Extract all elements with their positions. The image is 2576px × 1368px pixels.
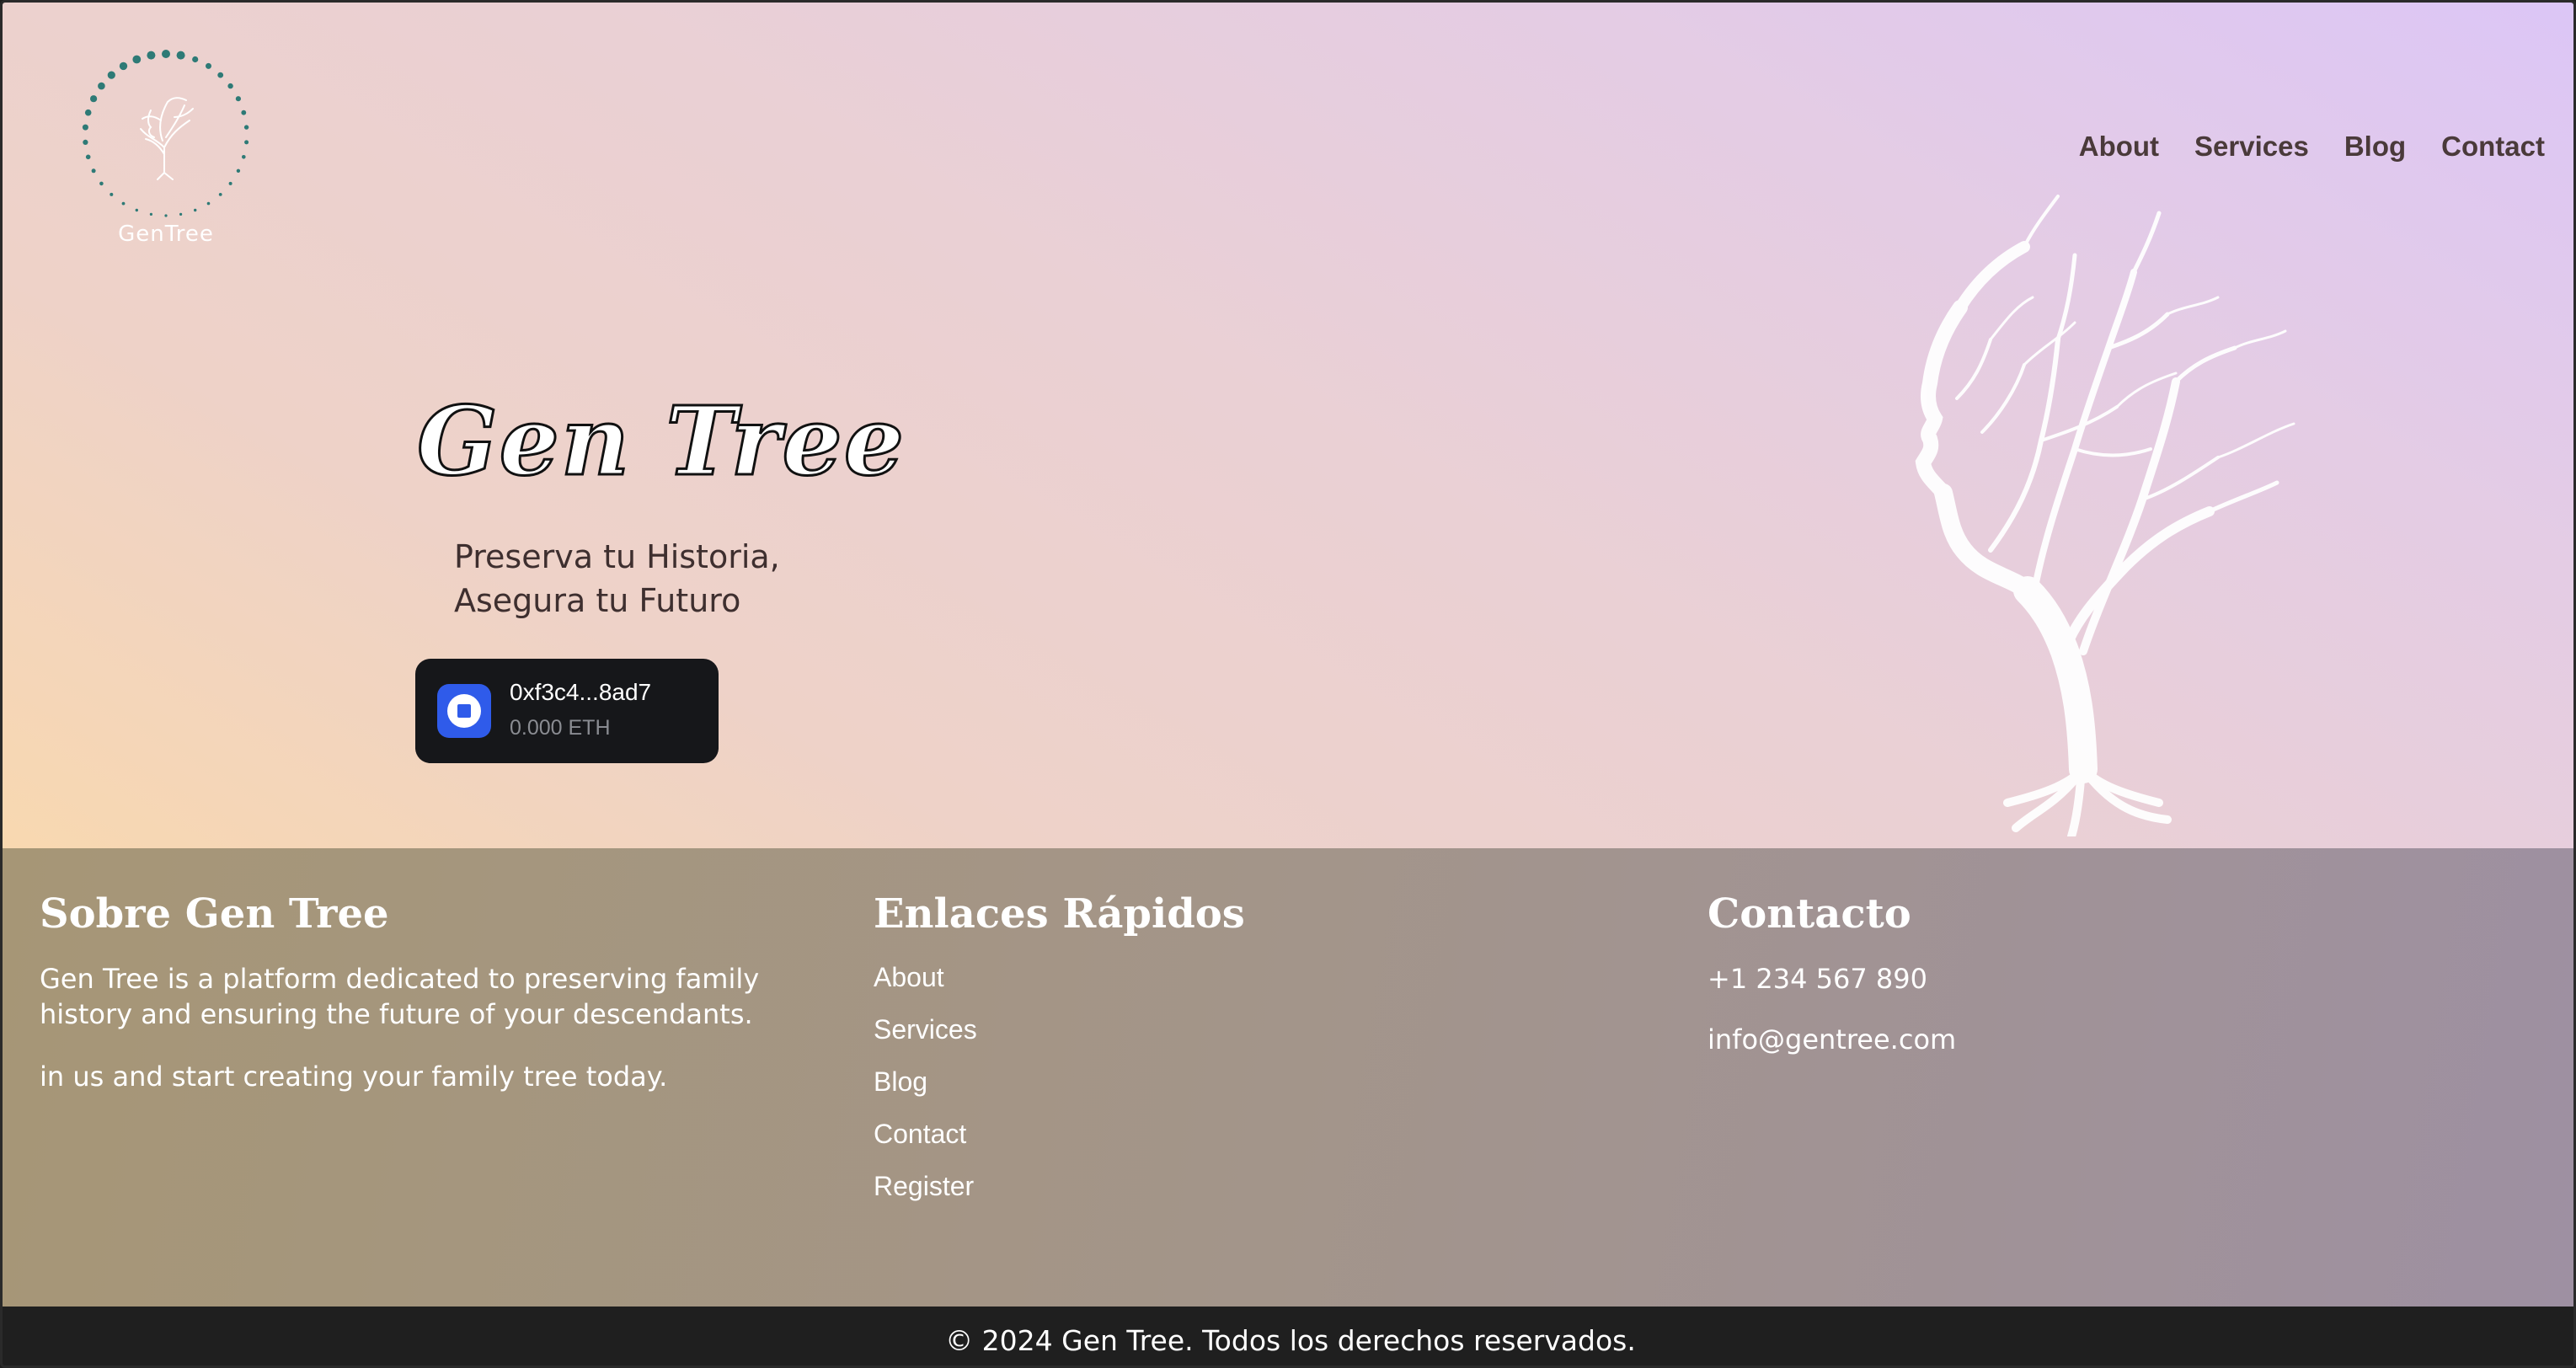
- logo-ring-dot: [176, 51, 185, 60]
- tree-head-silhouette-icon: [1915, 195, 2295, 836]
- footer-contact-section: Contacto +1 234 567 890 info@gentree.com: [1708, 890, 2466, 1082]
- logo-ring-dot: [217, 72, 224, 78]
- logo-ring-dot: [119, 61, 128, 71]
- footer-link-contact[interactable]: Contact: [874, 1118, 1632, 1170]
- logo-dotted-circle-icon: [82, 50, 249, 217]
- logo-ring-dot: [99, 181, 104, 186]
- footer-link-register[interactable]: Register: [874, 1170, 1632, 1222]
- logo-ring-dot: [194, 208, 197, 212]
- gentree-logo[interactable]: GenTree: [80, 46, 252, 255]
- nav-services[interactable]: Services: [2194, 131, 2309, 163]
- logo-ring-dot: [132, 55, 142, 64]
- logo-ring-dot: [228, 181, 232, 185]
- hero-section: GenTree About Services Blog Contact Gen …: [3, 3, 2573, 848]
- logo-ring-dot: [83, 139, 88, 145]
- footer-about-cta: in us and start creating your family tre…: [40, 1061, 668, 1093]
- logo-ring-dot: [135, 208, 138, 212]
- logo-ring-dot: [149, 212, 152, 216]
- logo-ring-dot: [179, 212, 183, 216]
- logo-ring-dot: [244, 140, 249, 145]
- logo-ring-dot: [164, 214, 168, 217]
- hero-title: Gen Tree: [415, 386, 906, 499]
- browser-viewport: GenTree About Services Blog Contact Gen …: [0, 0, 2576, 1368]
- logo-ring-dot: [85, 154, 91, 160]
- wallet-connect-button[interactable]: 0xf3c4...8ad7 0.000 ETH: [415, 659, 719, 763]
- logo-ring-dot: [147, 51, 156, 60]
- hero-subtitle-line-2: Asegura tu Futuro: [454, 582, 741, 619]
- coinbase-wallet-icon: [437, 684, 491, 738]
- logo-ring-dot: [192, 56, 199, 63]
- logo-ring-dot: [110, 192, 114, 196]
- footer-about-text: Gen Tree is a platform dedicated to pres…: [40, 963, 760, 1030]
- logo-ring-dot: [206, 201, 211, 206]
- footer-link-blog[interactable]: Blog: [874, 1066, 1632, 1118]
- hero-subtitle-line-1: Preserva tu Historia,: [454, 538, 780, 575]
- logo-ring-dot: [107, 71, 115, 79]
- footer-contact-title: Contacto: [1708, 890, 1911, 938]
- logo-ring-dot: [84, 109, 92, 116]
- logo-ring-dot: [98, 82, 105, 90]
- logo-ring-dot: [236, 168, 241, 173]
- hero-subtitle: Preserva tu Historia, Asegura tu Futuro: [454, 535, 875, 623]
- main-nav: About Services Blog Contact: [2079, 131, 2545, 163]
- logo-ring-dot: [235, 96, 241, 102]
- wallet-address: 0xf3c4...8ad7: [510, 679, 652, 705]
- footer-links-list: About Services Blog Contact Register: [874, 961, 1632, 1222]
- nav-blog[interactable]: Blog: [2344, 131, 2406, 163]
- logo-ring-dot: [241, 110, 247, 115]
- site-footer: Sobre Gen Tree Gen Tree is a platform de…: [3, 848, 2573, 1307]
- logo-ring-dot: [91, 168, 96, 174]
- footer-links-section: Enlaces Rápidos About Services Blog Cont…: [874, 890, 1632, 1222]
- logo-ring-dot: [218, 193, 222, 196]
- logo-text: GenTree: [118, 222, 214, 247]
- logo-ring-dot: [206, 62, 211, 69]
- logo-ring-dot: [90, 95, 98, 103]
- wallet-balance: 0.000 ETH: [510, 716, 611, 740]
- logo-ring-dot: [121, 201, 126, 206]
- footer-about-section: Sobre Gen Tree Gen Tree is a platform de…: [40, 890, 857, 1121]
- footer-about-title: Sobre Gen Tree: [40, 890, 389, 938]
- footer-contact-phone: +1 234 567 890: [1708, 963, 1927, 995]
- footer-links-title: Enlaces Rápidos: [874, 890, 1245, 938]
- footer-link-services[interactable]: Services: [874, 1013, 1632, 1066]
- logo-ring-dot: [162, 50, 170, 58]
- nav-about[interactable]: About: [2079, 131, 2159, 163]
- logo-ring-dot: [82, 124, 88, 131]
- copyright-bar: © 2024 Gen Tree. Todos los derechos rese…: [3, 1307, 2573, 1365]
- logo-ring-dot: [243, 125, 249, 130]
- footer-link-about[interactable]: About: [874, 961, 1632, 1013]
- logo-ring-dot: [227, 83, 233, 89]
- footer-contact-email: info@gentree.com: [1708, 1023, 1957, 1055]
- nav-contact[interactable]: Contact: [2441, 131, 2545, 163]
- logo-ring-dot: [242, 155, 246, 159]
